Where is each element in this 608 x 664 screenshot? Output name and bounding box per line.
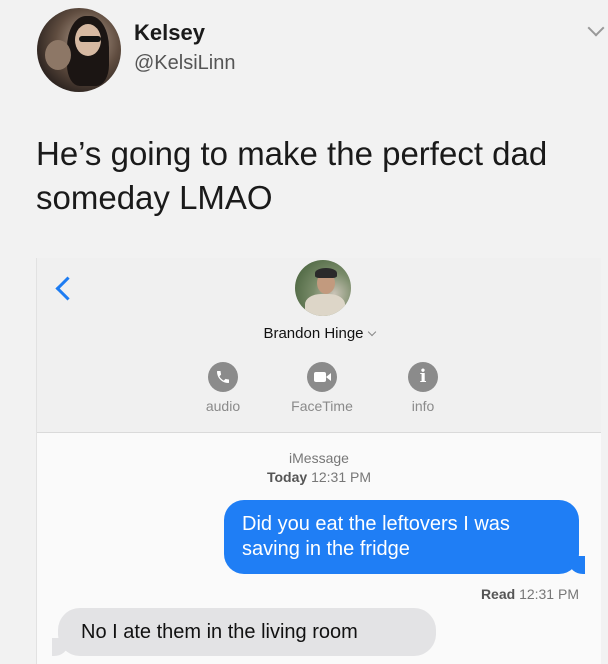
facetime-button[interactable]: FaceTime [282,362,362,414]
phone-icon [208,362,238,392]
conversation-timestamp: Today 12:31 PM [37,469,601,485]
author-avatar[interactable] [37,8,121,92]
facetime-label: FaceTime [291,398,353,414]
avatar-sunglasses [79,36,101,42]
chevron-right-icon [367,327,376,337]
contact-name-label: Brandon Hinge [263,325,364,342]
read-time: 12:31 PM [519,586,579,602]
imessage-screenshot: Brandon Hinge audio FaceTime i info iMes… [36,258,601,664]
audio-label: audio [205,398,241,414]
video-camera-icon [307,362,337,392]
avatar-second-person [45,40,71,70]
audio-button[interactable]: audio [183,362,263,414]
timestamp-time: 12:31 PM [311,469,372,485]
read-receipt: Read 12:31 PM [481,586,579,602]
read-label: Read [480,586,516,602]
info-button[interactable]: i info [383,362,463,414]
info-icon: i [408,362,438,392]
contact-avatar-cap [315,268,337,278]
author-handle[interactable]: @KelsiLinn [134,52,235,75]
timestamp-day: Today [266,469,308,485]
chevron-down-icon[interactable] [587,19,605,37]
info-label: info [411,398,435,414]
incoming-message-bubble[interactable]: No I ate them in the living room [52,608,436,656]
service-label: iMessage [289,450,349,466]
contact-avatar-body [305,294,345,316]
contact-avatar[interactable] [295,260,351,316]
author-name[interactable]: Kelsey [134,20,205,46]
tweet-card: Kelsey @KelsiLinn He’s going to make the… [0,0,608,664]
conversation-header: Brandon Hinge audio FaceTime i info [37,258,601,433]
contact-name[interactable]: Brandon Hinge [37,325,601,342]
tweet-text: He’s going to make the perfect dad somed… [36,135,548,216]
outgoing-message-bubble[interactable]: Did you eat the leftovers I was saving i… [224,500,585,574]
back-arrow-icon[interactable] [55,276,80,301]
